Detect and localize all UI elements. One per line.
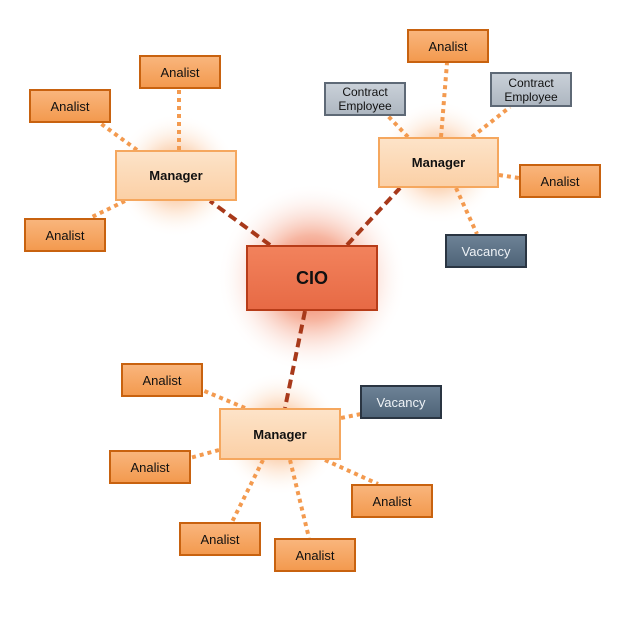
manager-label: Manager <box>253 426 307 442</box>
edge-m1-a3 <box>89 199 126 220</box>
edge-m3-v2 <box>340 412 362 420</box>
analist-node[interactable]: Analist <box>109 450 191 484</box>
manager-label: Manager <box>149 168 203 183</box>
edge-m3-a7 <box>189 448 220 460</box>
manager-node[interactable]: Manager <box>378 137 499 188</box>
analist-label: Analist <box>45 227 85 243</box>
manager-node[interactable]: Manager <box>219 408 341 460</box>
cio-label: CIO <box>295 267 328 288</box>
analist-node[interactable]: Analist <box>121 363 203 397</box>
analist-node[interactable]: Analist <box>29 89 111 123</box>
vacancy-label: Vacancy <box>376 394 426 410</box>
analist-label: Analist <box>200 531 240 547</box>
contract-label: Contract Employee <box>338 85 392 113</box>
analist-label: Analist <box>160 64 200 80</box>
vacancy-label: Vacancy <box>461 243 511 259</box>
analist-node[interactable]: Analist <box>179 522 261 556</box>
vacancy-node[interactable]: Vacancy <box>445 234 527 268</box>
manager-label: Manager <box>411 155 466 170</box>
analist-label: Analist <box>295 547 335 563</box>
analist-label: Analist <box>428 38 468 54</box>
analist-label: Analist <box>130 459 170 475</box>
analist-node[interactable]: Analist <box>519 164 601 198</box>
analist-node[interactable]: Analist <box>351 484 433 518</box>
analist-node[interactable]: Analist <box>407 29 489 63</box>
contract-node[interactable]: Contract Employee <box>324 82 406 116</box>
analist-node[interactable]: Analist <box>139 55 221 89</box>
analist-label: Analist <box>142 372 182 388</box>
edge-m2-a5 <box>498 173 520 180</box>
contract-label: Contract Employee <box>504 75 558 104</box>
vacancy-node[interactable]: Vacancy <box>360 385 442 419</box>
edge-m3-a10 <box>324 458 379 486</box>
manager-node[interactable]: Manager <box>115 150 237 201</box>
analist-label: Analist <box>372 493 412 509</box>
org-chart-canvas: CIO Manager Manager Manager Analist Analist An… <box>0 0 620 620</box>
contract-node[interactable]: Contract Employee <box>490 72 572 107</box>
cio-node[interactable]: CIO <box>246 245 378 311</box>
analist-label: Analist <box>540 173 580 189</box>
analist-node[interactable]: Analist <box>24 218 106 252</box>
analist-label: Analist <box>50 98 90 114</box>
analist-node[interactable]: Analist <box>274 538 356 572</box>
